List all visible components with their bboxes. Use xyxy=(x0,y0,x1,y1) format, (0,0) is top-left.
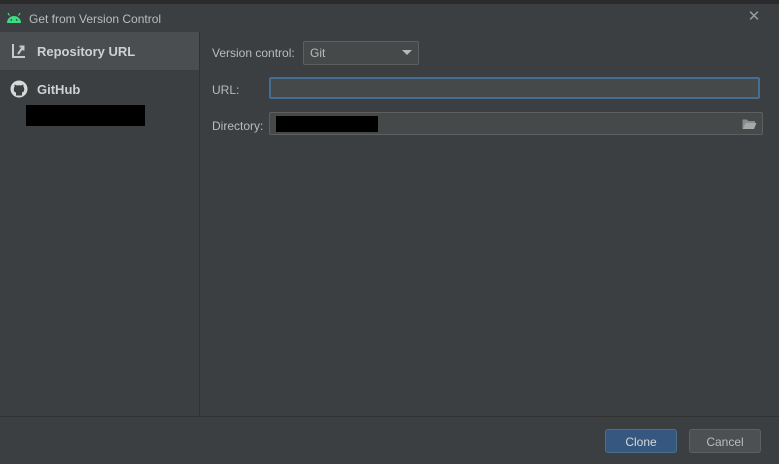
title-bar: Get from Version Control ✕ xyxy=(0,4,779,32)
folder-icon[interactable] xyxy=(742,118,757,130)
url-input[interactable] xyxy=(269,77,760,99)
repository-url-icon xyxy=(12,44,25,58)
clone-button[interactable]: Clone xyxy=(605,429,677,453)
dialog-footer: Clone Cancel xyxy=(0,416,779,464)
version-control-dropdown[interactable]: Git xyxy=(303,41,419,65)
github-icon xyxy=(10,80,28,98)
redacted-account xyxy=(26,105,145,126)
url-label: URL: xyxy=(212,83,240,97)
chevron-down-icon xyxy=(402,50,412,55)
version-control-value: Git xyxy=(310,46,326,60)
dialog-title: Get from Version Control xyxy=(29,12,162,26)
android-icon xyxy=(7,12,21,23)
get-from-vcs-dialog: Get from Version Control ✕ Repository UR… xyxy=(0,0,779,464)
directory-field[interactable] xyxy=(269,112,763,135)
repository-url-panel: Version control: Git URL: Directory: xyxy=(200,32,779,416)
sidebar-item-github[interactable]: GitHub xyxy=(0,70,199,108)
redacted-directory-path xyxy=(276,116,378,132)
cancel-button[interactable]: Cancel xyxy=(689,429,761,453)
directory-label: Directory: xyxy=(212,119,264,133)
sidebar-item-label: GitHub xyxy=(37,82,81,97)
close-icon[interactable]: ✕ xyxy=(746,9,762,25)
version-control-label: Version control: xyxy=(212,46,295,60)
sidebar-item-repository-url[interactable]: Repository URL xyxy=(0,32,199,70)
sidebar-item-label: Repository URL xyxy=(37,44,136,59)
vcs-source-list: Repository URL GitHub xyxy=(0,32,200,416)
